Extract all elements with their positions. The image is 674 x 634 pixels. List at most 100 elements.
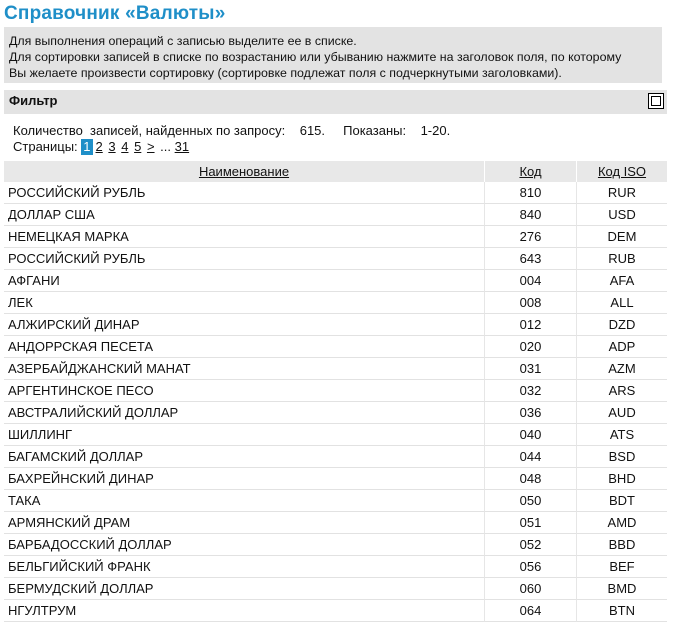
- currency-name-cell: РОССИЙСКИЙ РУБЛЬ: [4, 182, 484, 204]
- table-row[interactable]: ДОЛЛАР США 840 USD: [4, 204, 667, 226]
- currency-iso-cell: BTN: [576, 600, 667, 622]
- currency-iso-cell: RUR: [576, 182, 667, 204]
- currency-iso-cell: ATS: [576, 424, 667, 446]
- column-header-code[interactable]: Код: [484, 161, 576, 182]
- records-shown-label: Показаны:: [343, 123, 407, 138]
- records-count-label: Количество записей, найденных по запросу…: [13, 123, 286, 138]
- sort-by-code-link[interactable]: Код: [519, 164, 541, 179]
- currency-code-cell: 051: [484, 512, 576, 534]
- table-row[interactable]: БАРБАДОССКИЙ ДОЛЛАР 052 BBD: [4, 534, 667, 556]
- records-count-value: 615.: [299, 123, 326, 138]
- page-link[interactable]: 4: [121, 139, 128, 154]
- currency-iso-cell: USD: [576, 204, 667, 226]
- table-row[interactable]: БАХРЕЙНСКИЙ ДИНАР 048 BHD: [4, 468, 667, 490]
- filter-panel-header[interactable]: Фильтр: [4, 90, 667, 114]
- currency-iso-cell: AMD: [576, 512, 667, 534]
- currency-iso-cell: AFA: [576, 270, 667, 292]
- currency-code-cell: 643: [484, 248, 576, 270]
- currency-iso-cell: BHD: [576, 468, 667, 490]
- table-body: РОССИЙСКИЙ РУБЛЬ 810 RUR ДОЛЛАР США 840 USD НЕ…: [4, 182, 667, 622]
- records-shown-value: 1-20.: [420, 123, 451, 138]
- currency-code-cell: 056: [484, 556, 576, 578]
- currency-code-cell: 048: [484, 468, 576, 490]
- currency-name-cell: БАРБАДОССКИЙ ДОЛЛАР: [4, 534, 484, 556]
- table-row[interactable]: ЛЕК 008 ALL: [4, 292, 667, 314]
- column-header-iso[interactable]: Код ISO: [576, 161, 667, 182]
- page-last-link[interactable]: 31: [175, 139, 189, 154]
- currency-code-cell: 020: [484, 336, 576, 358]
- pagination: Страницы: 12 3 4 5 > ... 31: [13, 139, 191, 155]
- collapse-square-icon[interactable]: [648, 93, 664, 109]
- currency-name-cell: НЕМЕЦКАЯ МАРКА: [4, 226, 484, 248]
- table-row[interactable]: НГУЛТРУМ 064 BTN: [4, 600, 667, 622]
- pagination-ellipsis: ...: [160, 139, 172, 154]
- currency-iso-cell: RUB: [576, 248, 667, 270]
- page-current: 1: [81, 139, 93, 155]
- page-title: Справочник «Валюты»: [4, 3, 226, 24]
- table-row[interactable]: АНДОРРСКАЯ ПЕСЕТА 020 ADP: [4, 336, 667, 358]
- table-row[interactable]: БАГАМСКИЙ ДОЛЛАР 044 BSD: [4, 446, 667, 468]
- currency-iso-cell: DEM: [576, 226, 667, 248]
- table-row[interactable]: РОССИЙСКИЙ РУБЛЬ 810 RUR: [4, 182, 667, 204]
- table-row[interactable]: БЕРМУДСКИЙ ДОЛЛАР 060 BMD: [4, 578, 667, 600]
- currency-name-cell: БАХРЕЙНСКИЙ ДИНАР: [4, 468, 484, 490]
- filter-label: Фильтр: [9, 93, 58, 108]
- table-row[interactable]: ТАКА 050 BDT: [4, 490, 667, 512]
- table-row[interactable]: РОССИЙСКИЙ РУБЛЬ 643 RUB: [4, 248, 667, 270]
- currency-name-cell: ЛЕК: [4, 292, 484, 314]
- currency-name-cell: НГУЛТРУМ: [4, 600, 484, 622]
- currency-name-cell: БЕЛЬГИЙСКИЙ ФРАНК: [4, 556, 484, 578]
- currency-iso-cell: DZD: [576, 314, 667, 336]
- currency-name-cell: АФГАНИ: [4, 270, 484, 292]
- currency-code-cell: 840: [484, 204, 576, 226]
- currency-code-cell: 036: [484, 402, 576, 424]
- instruction-line: Вы желаете произвести сортировку (сортир…: [9, 66, 562, 80]
- currency-iso-cell: ALL: [576, 292, 667, 314]
- currency-code-cell: 276: [484, 226, 576, 248]
- column-header-name[interactable]: Наименование: [4, 161, 484, 182]
- table-row[interactable]: АФГАНИ 004 AFA: [4, 270, 667, 292]
- table-row[interactable]: ШИЛЛИНГ 040 ATS: [4, 424, 667, 446]
- table-row[interactable]: БЕЛЬГИЙСКИЙ ФРАНК 056 BEF: [4, 556, 667, 578]
- sort-by-iso-link[interactable]: Код ISO: [598, 164, 646, 179]
- currency-name-cell: АЗЕРБАЙДЖАНСКИЙ МАНАТ: [4, 358, 484, 380]
- currency-iso-cell: AUD: [576, 402, 667, 424]
- currency-iso-cell: BDT: [576, 490, 667, 512]
- currency-name-cell: АНДОРРСКАЯ ПЕСЕТА: [4, 336, 484, 358]
- currency-code-cell: 810: [484, 182, 576, 204]
- currency-code-cell: 050: [484, 490, 576, 512]
- currency-iso-cell: BSD: [576, 446, 667, 468]
- currency-code-cell: 012: [484, 314, 576, 336]
- page-link[interactable]: 2: [96, 139, 103, 154]
- sort-by-name-link[interactable]: Наименование: [199, 164, 289, 179]
- page-link[interactable]: 5: [134, 139, 141, 154]
- table-row[interactable]: АЗЕРБАЙДЖАНСКИЙ МАНАТ 031 AZM: [4, 358, 667, 380]
- instruction-line: Для выполнения операций с записью выдели…: [9, 34, 357, 48]
- page-link[interactable]: 3: [108, 139, 115, 154]
- currency-code-cell: 004: [484, 270, 576, 292]
- table-row[interactable]: НЕМЕЦКАЯ МАРКА 276 DEM: [4, 226, 667, 248]
- table-header-row: Наименование Код Код ISO: [4, 161, 667, 182]
- currency-code-cell: 044: [484, 446, 576, 468]
- currency-iso-cell: ARS: [576, 380, 667, 402]
- table-row[interactable]: АРМЯНСКИЙ ДРАМ 051 AMD: [4, 512, 667, 534]
- currency-name-cell: ТАКА: [4, 490, 484, 512]
- instruction-line: Для сортировки записей в списке по возра…: [9, 50, 622, 64]
- currency-table: Наименование Код Код ISO РОССИЙСКИЙ РУБЛ…: [4, 161, 667, 622]
- currency-code-cell: 040: [484, 424, 576, 446]
- currency-iso-cell: ADP: [576, 336, 667, 358]
- page-next-link[interactable]: >: [147, 139, 155, 154]
- currency-name-cell: БАГАМСКИЙ ДОЛЛАР: [4, 446, 484, 468]
- table-row[interactable]: АЛЖИРСКИЙ ДИНАР 012 DZD: [4, 314, 667, 336]
- records-summary: Количество записей, найденных по запросу…: [13, 123, 450, 139]
- currency-name-cell: АВСТРАЛИЙСКИЙ ДОЛЛАР: [4, 402, 484, 424]
- currency-code-cell: 008: [484, 292, 576, 314]
- table-row[interactable]: АРГЕНТИНСКОЕ ПЕСО 032 ARS: [4, 380, 667, 402]
- table-row[interactable]: АВСТРАЛИЙСКИЙ ДОЛЛАР 036 AUD: [4, 402, 667, 424]
- instructions-panel: Для выполнения операций с записью выдели…: [4, 27, 662, 83]
- currency-name-cell: АЛЖИРСКИЙ ДИНАР: [4, 314, 484, 336]
- currency-name-cell: АРМЯНСКИЙ ДРАМ: [4, 512, 484, 534]
- currency-iso-cell: BEF: [576, 556, 667, 578]
- currency-code-cell: 031: [484, 358, 576, 380]
- currency-iso-cell: AZM: [576, 358, 667, 380]
